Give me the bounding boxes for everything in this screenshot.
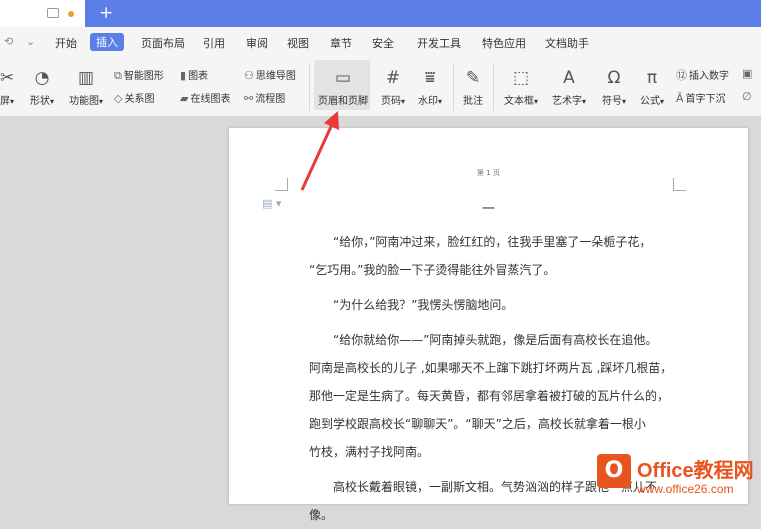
watermark-title: Office教程网: [637, 460, 754, 482]
site-watermark: O Office教程网 www.office26.com: [597, 452, 761, 504]
annotation-arrow: [300, 111, 339, 191]
office-logo-icon: O: [597, 454, 631, 488]
watermark-url: www.office26.com: [637, 482, 734, 496]
arrow-shaft: [300, 119, 336, 191]
